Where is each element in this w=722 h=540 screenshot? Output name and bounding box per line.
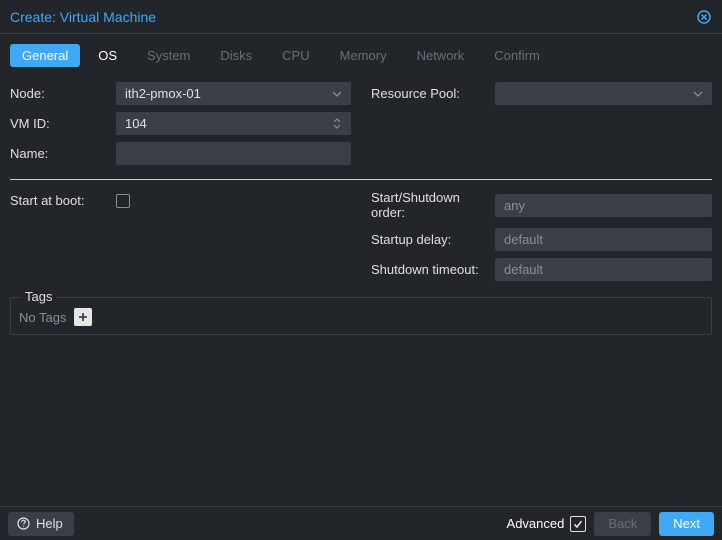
row-startboot: Start at boot:: [10, 186, 351, 215]
label-order: Start/Shutdown order:: [371, 190, 495, 220]
startup-placeholder: default: [504, 232, 543, 247]
tab-confirm: Confirm: [482, 44, 552, 67]
spinner-icon: [328, 113, 346, 134]
row-name: Name:: [10, 139, 351, 168]
add-tag-button[interactable]: [74, 308, 92, 326]
row-vmid: VM ID: 104: [10, 109, 351, 138]
label-startup: Startup delay:: [371, 232, 495, 247]
form-right-col-adv: Start/Shutdown order: any Startup delay:…: [371, 186, 712, 285]
tab-network: Network: [405, 44, 477, 67]
row-node: Node: ith2-pmox-01: [10, 79, 351, 108]
no-tags-text: No Tags: [19, 310, 66, 325]
help-label: Help: [36, 516, 63, 531]
vmid-value: 104: [125, 116, 147, 131]
tab-bar: General OS System Disks CPU Memory Netwo…: [0, 34, 722, 79]
tags-legend: Tags: [21, 289, 56, 304]
back-button: Back: [594, 512, 651, 536]
tab-memory: Memory: [328, 44, 399, 67]
name-input[interactable]: [116, 142, 351, 165]
tab-disks: Disks: [208, 44, 264, 67]
row-shutdown: Shutdown timeout: default: [371, 255, 712, 284]
help-icon: [17, 517, 30, 530]
pool-select[interactable]: [495, 82, 712, 105]
row-order: Start/Shutdown order: any: [371, 186, 712, 224]
tab-cpu: CPU: [270, 44, 321, 67]
node-select[interactable]: ith2-pmox-01: [116, 82, 351, 105]
row-pool: Resource Pool:: [371, 79, 712, 108]
order-input[interactable]: any: [495, 194, 712, 217]
tab-system: System: [135, 44, 202, 67]
tab-panel-general: Node: ith2-pmox-01 VM ID: 104: [0, 79, 722, 506]
label-pool: Resource Pool:: [371, 86, 495, 101]
divider: [10, 179, 712, 180]
node-value: ith2-pmox-01: [125, 86, 201, 101]
label-vmid: VM ID:: [10, 116, 116, 131]
check-icon: [573, 519, 583, 529]
shutdown-input[interactable]: default: [495, 258, 712, 281]
form-right-col: Resource Pool:: [371, 79, 712, 169]
tab-os[interactable]: OS: [86, 44, 129, 67]
row-startup: Startup delay: default: [371, 225, 712, 254]
advanced-label: Advanced: [507, 516, 565, 531]
window-title: Create: Virtual Machine: [10, 9, 156, 25]
advanced-checkbox: [570, 516, 586, 532]
label-startboot: Start at boot:: [10, 193, 116, 208]
label-node: Node:: [10, 86, 116, 101]
help-button[interactable]: Help: [8, 512, 74, 536]
label-shutdown: Shutdown timeout:: [371, 262, 495, 277]
order-placeholder: any: [504, 198, 525, 213]
next-button[interactable]: Next: [659, 512, 714, 536]
label-name: Name:: [10, 146, 116, 161]
titlebar: Create: Virtual Machine: [0, 0, 722, 34]
form-left-col-adv: Start at boot:: [10, 186, 351, 285]
tags-fieldset: Tags No Tags: [10, 297, 712, 335]
chevron-down-icon: [689, 83, 707, 104]
startboot-checkbox[interactable]: [116, 194, 130, 208]
chevron-down-icon: [328, 83, 346, 104]
form-area-advanced: Start at boot: Start/Shutdown order: any…: [10, 186, 712, 285]
tab-general[interactable]: General: [10, 44, 80, 67]
advanced-toggle[interactable]: Advanced: [507, 516, 587, 532]
vmid-input[interactable]: 104: [116, 112, 351, 135]
form-area: Node: ith2-pmox-01 VM ID: 104: [10, 79, 712, 169]
shutdown-placeholder: default: [504, 262, 543, 277]
close-icon: [697, 10, 711, 24]
close-button[interactable]: [696, 9, 712, 25]
footer: Help Advanced Back Next: [0, 506, 722, 540]
form-left-col: Node: ith2-pmox-01 VM ID: 104: [10, 79, 351, 169]
startup-input[interactable]: default: [495, 228, 712, 251]
plus-icon: [78, 312, 88, 322]
